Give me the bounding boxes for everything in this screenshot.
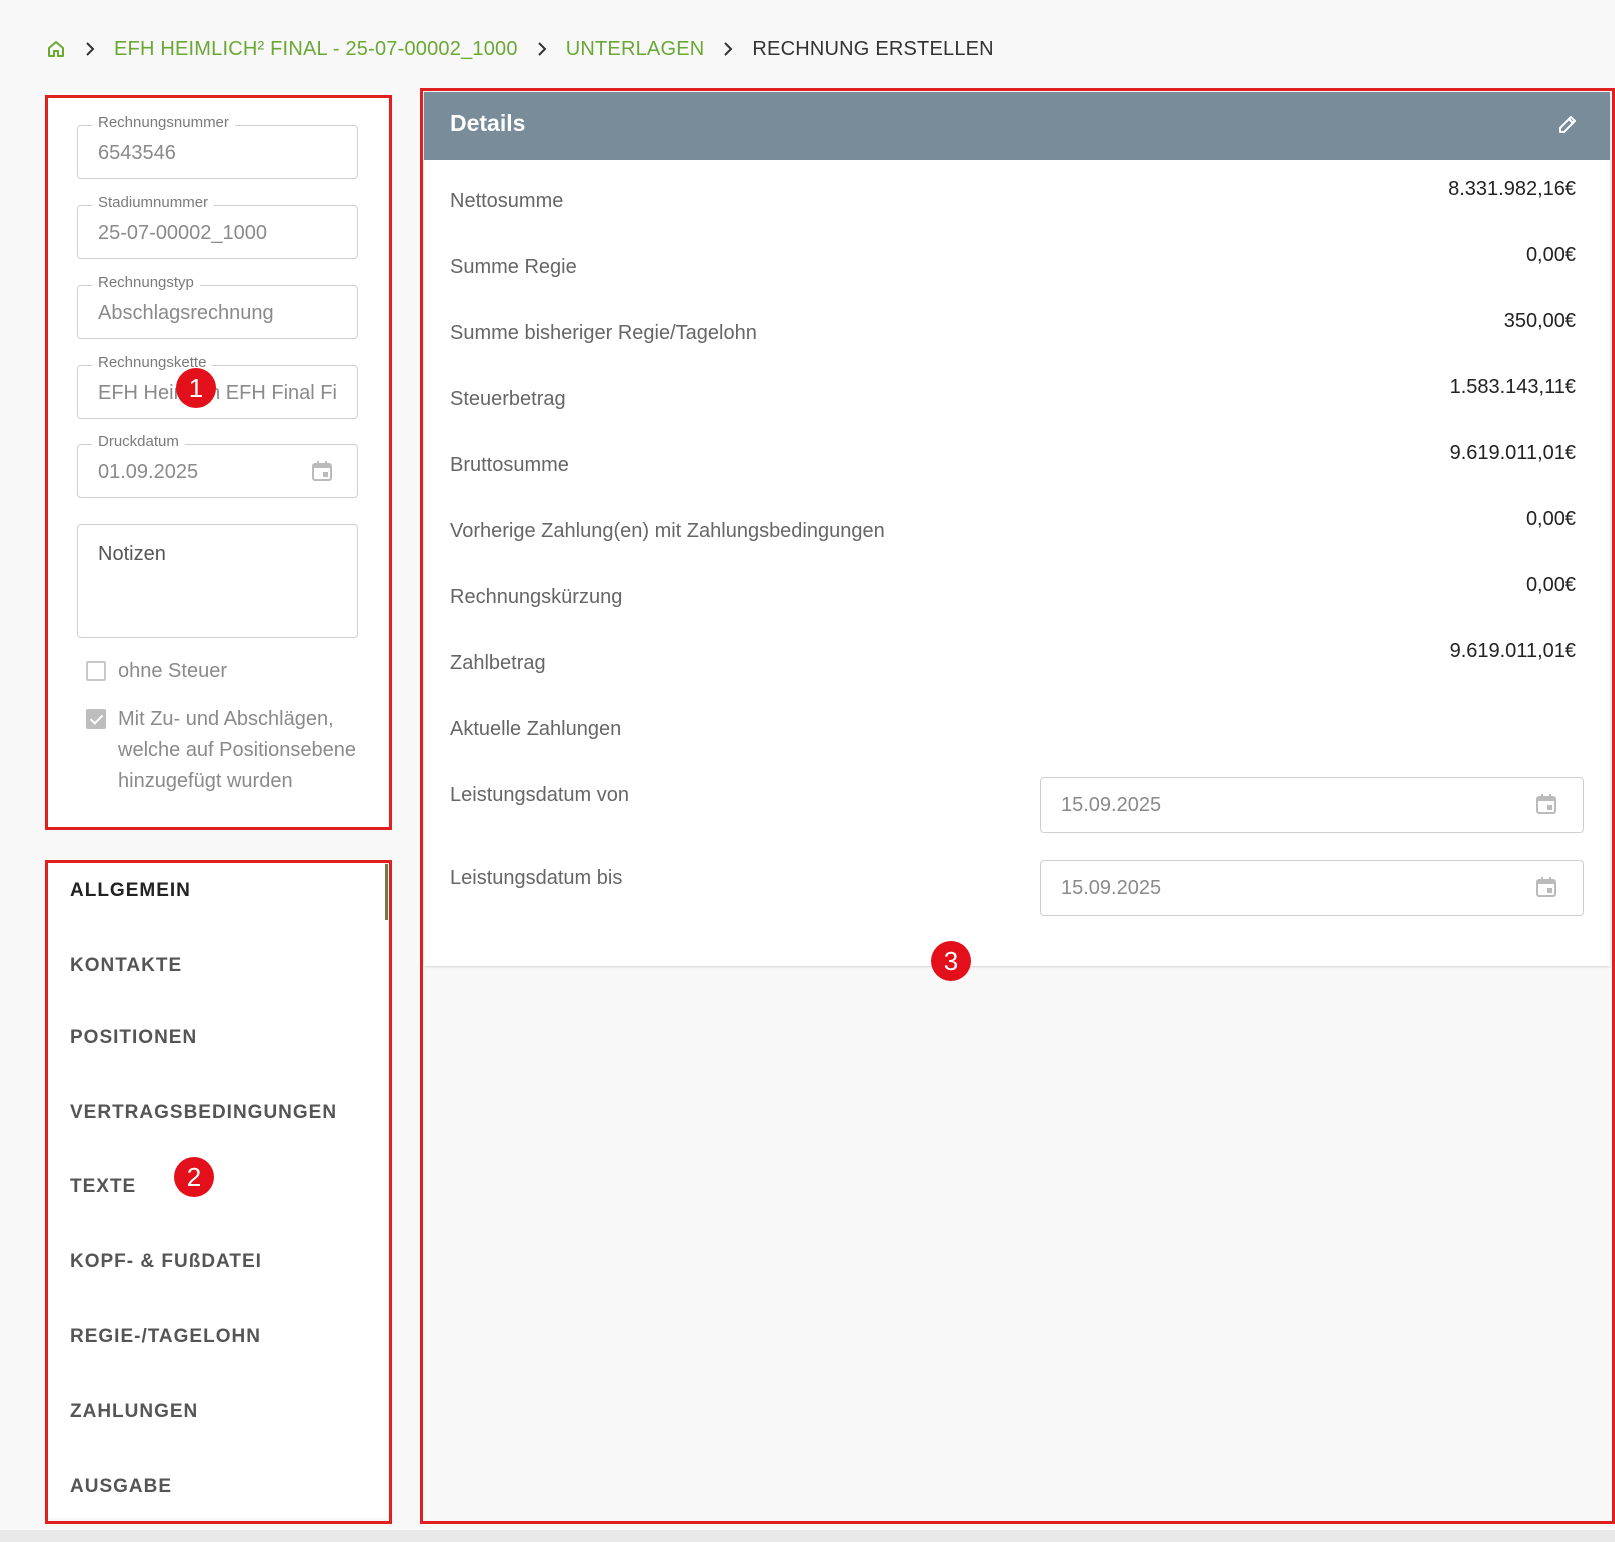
summe-regie-value: 0,00€ (1525, 244, 1576, 266)
ohne-steuer-checkbox-row[interactable]: ohne Steuer (86, 656, 227, 687)
chevron-right-icon (536, 41, 548, 57)
leistungsdatum-bis-field[interactable]: 15.09.2025 (1040, 860, 1584, 916)
rechnungskuerzung-label: Rechnungskürzung (450, 586, 623, 608)
stadiumnummer-value: 25-07-00002_1000 (98, 222, 268, 244)
summe-regie-label: Summe Regie (450, 256, 577, 278)
druckdatum-value: 01.09.2025 (98, 461, 199, 483)
annotation-badge-3: 3 (931, 941, 971, 981)
zahlbetrag-label: Zahlbetrag (450, 652, 546, 674)
notizen-textarea[interactable]: Notizen (77, 524, 358, 638)
nav-item-kopf-fussdatei[interactable]: KOPF- & FUßDATEI (70, 1251, 262, 1273)
druckdatum-field[interactable]: Druckdatum 01.09.2025 (77, 433, 358, 498)
nav-item-vertragsbedingungen[interactable]: VERTRAGSBEDINGUNGEN (70, 1102, 337, 1124)
bruttosumme-label: Bruttosumme (450, 454, 569, 476)
calendar-icon[interactable] (1535, 793, 1557, 820)
checkbox-checked-icon[interactable] (86, 709, 106, 729)
ohne-steuer-label: ohne Steuer (118, 660, 227, 682)
bottom-strip (0, 1530, 1615, 1542)
calendar-icon[interactable] (311, 460, 333, 487)
nav-item-texte[interactable]: TEXTE (70, 1176, 136, 1198)
rechnungskette-value: EFH Heimlich EFH Final Fi (98, 382, 337, 404)
nav-item-allgemein[interactable]: ALLGEMEIN (70, 880, 191, 902)
zu-abschlaege-checkbox-row[interactable]: Mit Zu- und Abschlägen, welche auf Posit… (86, 704, 356, 797)
chevron-right-icon (722, 41, 734, 57)
aktuelle-zahlungen-label: Aktuelle Zahlungen (450, 718, 622, 740)
nav-item-ausgabe[interactable]: AUSGABE (70, 1476, 172, 1498)
breadcrumb-project-link[interactable]: EFH HEIMLICH² FINAL - 25-07-00002_1000 (114, 38, 518, 61)
nav-active-indicator (385, 864, 388, 920)
zu-abschlaege-label: Mit Zu- und Abschlägen, welche auf Posit… (118, 704, 356, 797)
nettosumme-value: 8.331.982,16€ (1448, 178, 1576, 200)
rechnungstyp-value: Abschlagsrechnung (98, 302, 274, 324)
vorherige-zahlungen-value: 0,00€ (1525, 508, 1576, 530)
rechnungskette-field[interactable]: Rechnungskette EFH Heimlich EFH Final Fi (77, 354, 358, 419)
leistungsdatum-bis-value: 15.09.2025 (1061, 877, 1162, 899)
steuerbetrag-value: 1.583.143,11€ (1449, 376, 1576, 398)
details-header: Details (424, 92, 1610, 160)
stadiumnummer-field[interactable]: Stadiumnummer 25-07-00002_1000 (77, 194, 358, 259)
zu-abschlaege-label-line1: Mit Zu- und Abschlägen, (118, 708, 334, 730)
nav-item-zahlungen[interactable]: ZAHLUNGEN (70, 1401, 198, 1423)
nettosumme-label: Nettosumme (450, 190, 564, 212)
checkbox-icon[interactable] (86, 661, 106, 681)
annotation-badge-1: 1 (176, 368, 216, 408)
rechnungstyp-label: Rechnungstyp (92, 274, 200, 291)
summe-bisheriger-regie-label: Summe bisheriger Regie/Tagelohn (450, 322, 757, 344)
zahlbetrag-value: 9.619.011,01€ (1449, 640, 1576, 662)
steuerbetrag-label: Steuerbetrag (450, 388, 566, 410)
zu-abschlaege-label-line2: welche auf Positionsebene (118, 739, 356, 761)
breadcrumb: EFH HEIMLICH² FINAL - 25-07-00002_1000 U… (46, 34, 994, 64)
summe-bisheriger-regie-value: 350,00€ (1503, 310, 1576, 332)
rechnungsnummer-value: 6543546 (98, 142, 176, 164)
leistungsdatum-von-value: 15.09.2025 (1061, 794, 1162, 816)
notizen-placeholder: Notizen (98, 543, 166, 565)
calendar-icon[interactable] (1535, 876, 1557, 903)
nav-item-kontakte[interactable]: KONTAKTE (70, 955, 182, 977)
leistungsdatum-von-field[interactable]: 15.09.2025 (1040, 777, 1584, 833)
stadiumnummer-label: Stadiumnummer (92, 194, 215, 211)
nav-item-regie-tagelohn[interactable]: REGIE-/TAGELOHN (70, 1326, 261, 1348)
nav-item-positionen[interactable]: POSITIONEN (70, 1027, 197, 1049)
chevron-right-icon (84, 41, 96, 57)
annotation-badge-2: 2 (174, 1157, 214, 1197)
leistungsdatum-von-label: Leistungsdatum von (450, 784, 630, 806)
breadcrumb-current: RECHNUNG ERSTELLEN (752, 37, 994, 60)
invoice-form-panel: Rechnungsnummer 6543546 Stadiumnummer 25… (48, 98, 388, 828)
vorherige-zahlungen-label: Vorherige Zahlung(en) mit Zahlungsbeding… (450, 520, 885, 542)
rechnungsnummer-label: Rechnungsnummer (92, 114, 235, 131)
breadcrumb-unterlagen-link[interactable]: UNTERLAGEN (566, 38, 705, 61)
druckdatum-label: Druckdatum (92, 433, 185, 450)
rechnungskuerzung-value: 0,00€ (1525, 574, 1576, 596)
details-card: Details Nettosumme 8.331.982,16€ Summe R… (424, 92, 1610, 966)
details-title: Details (450, 110, 526, 136)
zu-abschlaege-label-line3: hinzugefügt wurden (118, 770, 293, 792)
leistungsdatum-bis-label: Leistungsdatum bis (450, 867, 623, 889)
section-nav: ALLGEMEIN KONTAKTE POSITIONEN VERTRAGSBE… (48, 862, 388, 1518)
rechnungsnummer-field[interactable]: Rechnungsnummer 6543546 (77, 114, 358, 179)
rechnungstyp-field[interactable]: Rechnungstyp Abschlagsrechnung (77, 274, 358, 339)
home-icon[interactable] (46, 39, 66, 59)
pencil-icon[interactable] (1556, 112, 1580, 141)
bruttosumme-value: 9.619.011,01€ (1449, 442, 1576, 464)
